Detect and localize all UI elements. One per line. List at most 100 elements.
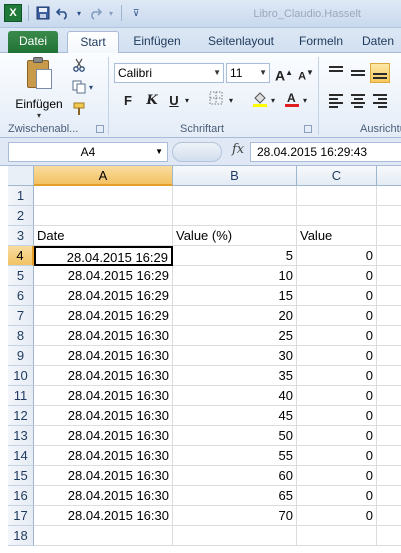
row-header[interactable]: 7 bbox=[8, 306, 34, 326]
cell-c14[interactable]: 0 bbox=[297, 446, 377, 466]
cell-a4[interactable]: 28.04.2015 16:29 bbox=[34, 246, 173, 266]
cell-b14[interactable]: 55 bbox=[173, 446, 297, 466]
tab-einfuegen[interactable]: Einfügen bbox=[124, 31, 190, 53]
grow-font-button[interactable]: A▲ bbox=[274, 63, 294, 84]
bold-button[interactable]: F bbox=[118, 91, 138, 111]
tab-formeln[interactable]: Formeln bbox=[291, 31, 351, 53]
formula-bar-splitter[interactable] bbox=[172, 142, 222, 162]
row-header[interactable]: 6 bbox=[8, 286, 34, 306]
cell-a12[interactable]: 28.04.2015 16:30 bbox=[34, 406, 173, 426]
cell-d16[interactable] bbox=[377, 486, 401, 506]
cell-a3[interactable]: Date bbox=[34, 226, 173, 246]
cell-a15[interactable]: 28.04.2015 16:30 bbox=[34, 466, 173, 486]
formula-input[interactable]: 28.04.2015 16:29:43 bbox=[250, 142, 401, 162]
row-header[interactable]: 13 bbox=[8, 426, 34, 446]
font-size-combo[interactable]: 11 ▼ bbox=[226, 63, 270, 83]
tab-daten[interactable]: Daten bbox=[362, 31, 401, 53]
column-header-d[interactable] bbox=[377, 166, 401, 186]
row-header[interactable]: 15 bbox=[8, 466, 34, 486]
cell-b13[interactable]: 50 bbox=[173, 426, 297, 446]
font-color-dropdown-icon[interactable]: ▾ bbox=[300, 91, 310, 111]
cell-d8[interactable] bbox=[377, 326, 401, 346]
cell-b17[interactable]: 70 bbox=[173, 506, 297, 526]
cell-a10[interactable]: 28.04.2015 16:30 bbox=[34, 366, 173, 386]
cell-c13[interactable]: 0 bbox=[297, 426, 377, 446]
cell-c16[interactable]: 0 bbox=[297, 486, 377, 506]
align-left-icon[interactable] bbox=[326, 91, 346, 111]
cell-d14[interactable] bbox=[377, 446, 401, 466]
undo-icon[interactable] bbox=[55, 5, 71, 21]
paste-dropdown-icon[interactable]: ▾ bbox=[12, 111, 66, 120]
clipboard-launcher-icon[interactable] bbox=[96, 125, 104, 133]
row-header[interactable]: 10 bbox=[8, 366, 34, 386]
cell-a7[interactable]: 28.04.2015 16:29 bbox=[34, 306, 173, 326]
cell-a6[interactable]: 28.04.2015 16:29 bbox=[34, 286, 173, 306]
borders-dropdown-icon[interactable]: ▾ bbox=[226, 91, 236, 111]
row-header[interactable]: 18 bbox=[8, 526, 34, 546]
cell-c8[interactable]: 0 bbox=[297, 326, 377, 346]
cell-c15[interactable]: 0 bbox=[297, 466, 377, 486]
row-header[interactable]: 1 bbox=[8, 186, 34, 206]
cell-c3[interactable]: Value bbox=[297, 226, 377, 246]
select-all-corner[interactable] bbox=[8, 166, 34, 186]
cell-d1[interactable] bbox=[377, 186, 401, 206]
cell-b10[interactable]: 35 bbox=[173, 366, 297, 386]
column-header-b[interactable]: B bbox=[173, 166, 297, 186]
scissors-icon[interactable] bbox=[68, 55, 90, 75]
borders-icon[interactable] bbox=[206, 91, 226, 111]
font-name-combo[interactable]: Calibri ▼ bbox=[114, 63, 224, 83]
cell-d15[interactable] bbox=[377, 466, 401, 486]
cell-b18[interactable] bbox=[173, 526, 297, 546]
cell-c6[interactable]: 0 bbox=[297, 286, 377, 306]
cell-d10[interactable] bbox=[377, 366, 401, 386]
name-box[interactable]: A4 ▼ bbox=[8, 142, 168, 162]
align-center-icon[interactable] bbox=[348, 91, 368, 111]
cell-c5[interactable]: 0 bbox=[297, 266, 377, 286]
cell-d12[interactable] bbox=[377, 406, 401, 426]
row-header[interactable]: 16 bbox=[8, 486, 34, 506]
format-painter-icon[interactable] bbox=[68, 99, 90, 119]
cell-b9[interactable]: 30 bbox=[173, 346, 297, 366]
tab-start[interactable]: Start bbox=[67, 31, 119, 54]
align-bottom-icon[interactable] bbox=[370, 63, 390, 83]
cell-a17[interactable]: 28.04.2015 16:30 bbox=[34, 506, 173, 526]
cell-b11[interactable]: 40 bbox=[173, 386, 297, 406]
excel-icon[interactable]: X bbox=[4, 4, 22, 22]
undo-dropdown-icon[interactable]: ▾ bbox=[75, 5, 83, 21]
cell-c11[interactable]: 0 bbox=[297, 386, 377, 406]
underline-dropdown-icon[interactable]: ▾ bbox=[182, 91, 192, 111]
cell-b1[interactable] bbox=[173, 186, 297, 206]
cell-b15[interactable]: 60 bbox=[173, 466, 297, 486]
cell-a1[interactable] bbox=[34, 186, 173, 206]
cell-c1[interactable] bbox=[297, 186, 377, 206]
cell-a8[interactable]: 28.04.2015 16:30 bbox=[34, 326, 173, 346]
cell-b2[interactable] bbox=[173, 206, 297, 226]
cell-c12[interactable]: 0 bbox=[297, 406, 377, 426]
tab-seitenlayout[interactable]: Seitenlayout bbox=[198, 31, 284, 53]
cell-d6[interactable] bbox=[377, 286, 401, 306]
cell-c10[interactable]: 0 bbox=[297, 366, 377, 386]
cell-c2[interactable] bbox=[297, 206, 377, 226]
redo-dropdown-icon[interactable]: ▾ bbox=[107, 5, 115, 21]
font-color-icon[interactable]: A bbox=[282, 91, 302, 111]
fill-color-icon[interactable] bbox=[250, 91, 270, 111]
cell-b4[interactable]: 5 bbox=[173, 246, 297, 266]
cell-a11[interactable]: 28.04.2015 16:30 bbox=[34, 386, 173, 406]
cell-b8[interactable]: 25 bbox=[173, 326, 297, 346]
row-header[interactable]: 3 bbox=[8, 226, 34, 246]
cell-a9[interactable]: 28.04.2015 16:30 bbox=[34, 346, 173, 366]
cell-d5[interactable] bbox=[377, 266, 401, 286]
cell-b5[interactable]: 10 bbox=[173, 266, 297, 286]
align-top-icon[interactable] bbox=[326, 63, 346, 83]
row-header[interactable]: 9 bbox=[8, 346, 34, 366]
cell-a14[interactable]: 28.04.2015 16:30 bbox=[34, 446, 173, 466]
cell-a13[interactable]: 28.04.2015 16:30 bbox=[34, 426, 173, 446]
paste-button[interactable]: Einfügen ▾ bbox=[12, 57, 66, 120]
cell-d11[interactable] bbox=[377, 386, 401, 406]
cell-d17[interactable] bbox=[377, 506, 401, 526]
redo-icon[interactable] bbox=[87, 5, 103, 21]
customize-icon[interactable]: ⊽ bbox=[128, 5, 144, 21]
row-header[interactable]: 4 bbox=[8, 246, 34, 266]
cell-d3[interactable] bbox=[377, 226, 401, 246]
row-header[interactable]: 17 bbox=[8, 506, 34, 526]
